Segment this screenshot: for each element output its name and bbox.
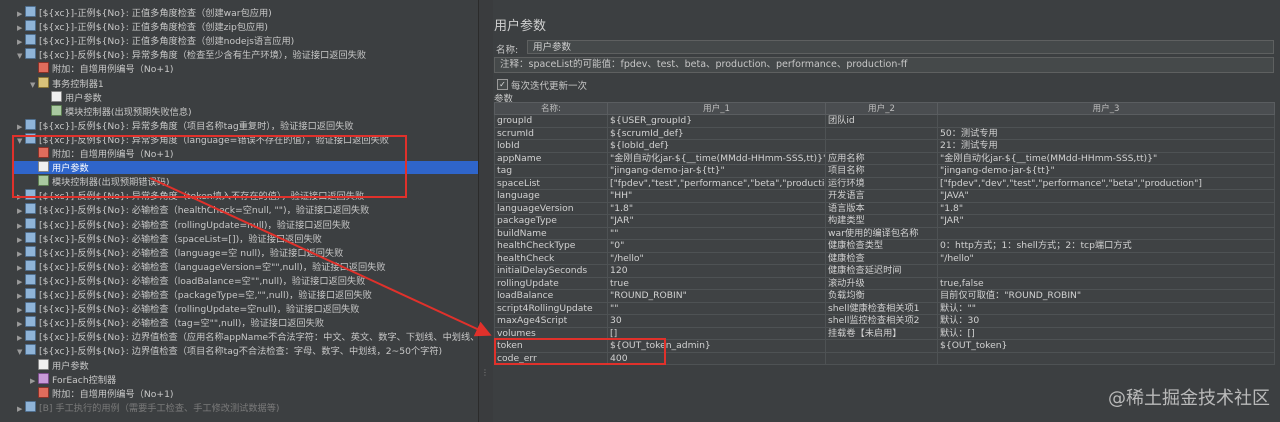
watermark: @稀土掘金技术社区 [1108, 388, 1270, 409]
annotation-arrow-layer [149, 177, 492, 337]
annotation-arrow [149, 177, 492, 337]
